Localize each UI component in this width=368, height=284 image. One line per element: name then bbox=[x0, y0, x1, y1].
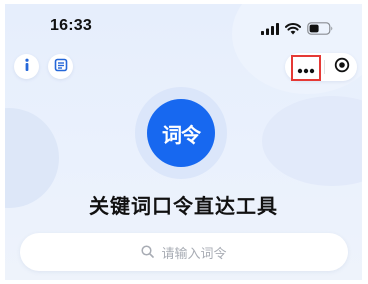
search-placeholder: 请输入词令 bbox=[161, 246, 227, 262]
capsule-divider bbox=[324, 60, 325, 74]
more-dots-icon bbox=[297, 59, 315, 78]
target-close-icon bbox=[334, 57, 350, 77]
signal-icon bbox=[261, 20, 279, 39]
notes-button[interactable] bbox=[48, 54, 73, 79]
background-decoration bbox=[262, 96, 362, 186]
search-bar[interactable]: 请输入词令 bbox=[20, 233, 348, 271]
mini-program-capsule bbox=[285, 53, 357, 81]
app-logo: 词令 bbox=[147, 99, 215, 167]
close-button[interactable] bbox=[331, 56, 353, 78]
more-button[interactable] bbox=[291, 55, 321, 81]
battery-icon bbox=[307, 20, 334, 39]
logo-text: 词令 bbox=[162, 122, 201, 147]
wifi-icon bbox=[285, 20, 301, 39]
status-time: 16:33 bbox=[50, 17, 92, 34]
info-icon bbox=[21, 57, 33, 76]
app-screen: 16:33 词令 关键词口令直达工具 请输入词令 bbox=[5, 4, 362, 280]
info-button[interactable] bbox=[14, 54, 39, 79]
notes-icon bbox=[54, 57, 68, 76]
status-icons bbox=[261, 20, 334, 39]
search-icon bbox=[141, 243, 155, 262]
status-bar: 16:33 bbox=[5, 4, 362, 48]
page-title: 关键词口令直达工具 bbox=[89, 194, 278, 218]
